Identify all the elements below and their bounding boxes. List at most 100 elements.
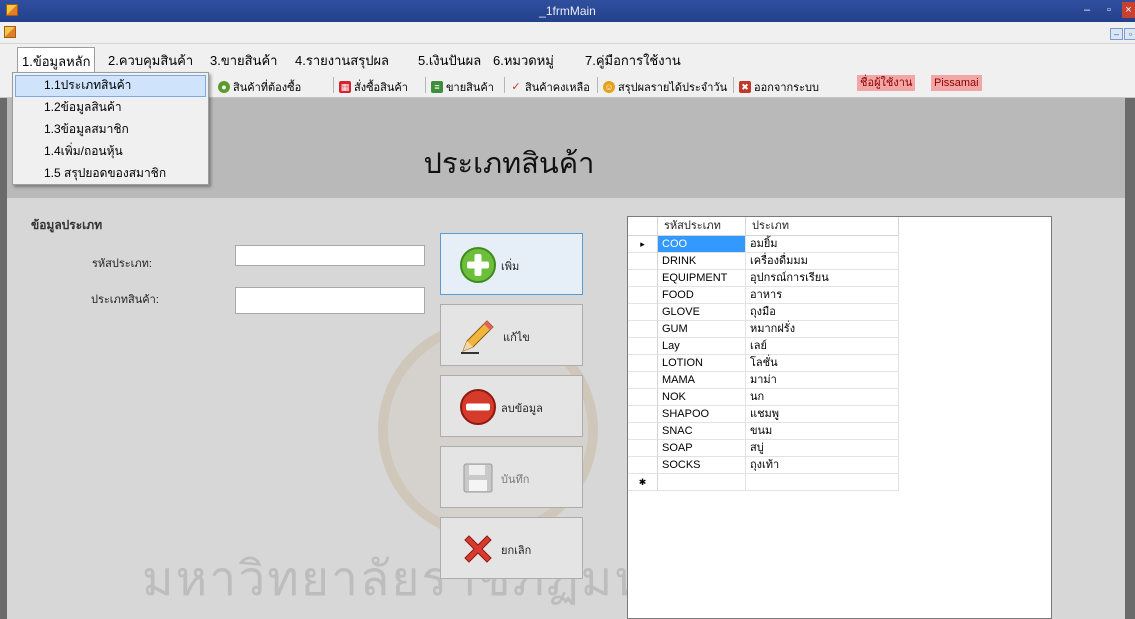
minimize-button[interactable]: –: [1078, 2, 1096, 18]
dropdown-item-member-data[interactable]: 1.3ข้อมูลสมาชิก: [15, 119, 206, 141]
grid-cell-code[interactable]: MAMA: [658, 372, 746, 389]
grid-cell-type[interactable]: ถุงมือ: [746, 304, 899, 321]
grid-row-header[interactable]: [628, 270, 658, 287]
cancel-button[interactable]: ยกเลิก: [440, 517, 583, 579]
menu-category[interactable]: 6.หมวดหมู่: [493, 50, 554, 71]
grid-cell-code[interactable]: SOCKS: [658, 457, 746, 474]
grid-row-header[interactable]: [628, 304, 658, 321]
grid-row-header[interactable]: [628, 355, 658, 372]
grid-row-header[interactable]: ▸: [628, 236, 658, 253]
grid-row-header[interactable]: [628, 287, 658, 304]
grid-cell-code[interactable]: NOK: [658, 389, 746, 406]
grid-cell-type[interactable]: อมยิ้ม: [746, 236, 899, 253]
toolbar-to-buy-label: สินค้าที่ต้องซื้อ: [233, 82, 302, 94]
delete-button[interactable]: ลบข้อมูล: [440, 375, 583, 437]
maximize-button[interactable]: ▫: [1100, 2, 1118, 18]
toolbar-logout[interactable]: ✖ ออกจากระบบ: [739, 78, 819, 96]
grid-cell-type[interactable]: ขนม: [746, 423, 899, 440]
dropdown-item-member-summary[interactable]: 1.5 สรุปยอดของสมาชิก: [15, 163, 206, 185]
toolbar-sell[interactable]: ≡ ขายสินค้า: [431, 78, 494, 96]
window-title: _1frmMain: [539, 4, 596, 18]
grid-row-header[interactable]: [628, 321, 658, 338]
menu-reports[interactable]: 4.รายงานสรุปผล: [295, 50, 389, 71]
grid-cell-code[interactable]: LOTION: [658, 355, 746, 372]
grid-new-row-header[interactable]: ✱: [628, 474, 658, 491]
toolbar-order[interactable]: ▦ สั่งซื้อสินค้า: [339, 78, 408, 96]
child-form-icon[interactable]: [4, 26, 16, 38]
people-icon: ☺: [603, 81, 615, 93]
edit-button[interactable]: แก้ไข: [440, 304, 583, 366]
grid-row-header[interactable]: [628, 372, 658, 389]
toolbar-stock[interactable]: ✓ สินค้าคงเหลือ: [510, 78, 590, 96]
toolbar-stock-label: สินค้าคงเหลือ: [525, 82, 590, 94]
add-icon: [460, 247, 496, 283]
grid-cell-type[interactable]: โลชั่น: [746, 355, 899, 372]
grid-cell-type[interactable]: เครื่องดื่มมม: [746, 253, 899, 270]
grid-cell-code[interactable]: GUM: [658, 321, 746, 338]
grid-cell-code[interactable]: EQUIPMENT: [658, 270, 746, 287]
grid-cell-type[interactable]: อาหาร: [746, 287, 899, 304]
toolbar-daily-summary[interactable]: ☺ สรุปผลรายได้ประจำวัน: [603, 78, 727, 96]
user-name: Pissamai: [931, 75, 982, 91]
add-button-label: เพิ่ม: [501, 261, 520, 273]
child-restore-button[interactable]: ▫: [1124, 28, 1135, 40]
toolbar-to-buy[interactable]: ● สินค้าที่ต้องซื้อ: [218, 78, 301, 96]
grid-cell-type[interactable]: แชมพู: [746, 406, 899, 423]
grid-cell-type[interactable]: นก: [746, 389, 899, 406]
edit-button-label: แก้ไข: [503, 332, 530, 344]
grid-cell-code[interactable]: DRINK: [658, 253, 746, 270]
grid-new-row-cell[interactable]: [658, 474, 746, 491]
grid-cell-code[interactable]: SNAC: [658, 423, 746, 440]
dropdown-item-product-data[interactable]: 1.2ข้อมูลสินค้า: [15, 97, 206, 119]
grid-cell-code[interactable]: FOOD: [658, 287, 746, 304]
grid-cell-type[interactable]: มาม่า: [746, 372, 899, 389]
calendar-icon: ▦: [339, 81, 351, 93]
grid-cell-type[interactable]: เลย์: [746, 338, 899, 355]
menu-sell[interactable]: 3.ขายสินค้า: [210, 50, 277, 71]
toolbar-order-label: สั่งซื้อสินค้า: [354, 82, 408, 94]
save-button-label: บันทึก: [501, 474, 530, 486]
toolbar-daily-summary-label: สรุปผลรายได้ประจำวัน: [618, 82, 728, 94]
grid-cell-type[interactable]: อุปกรณ์การเรียน: [746, 270, 899, 287]
code-input[interactable]: [235, 245, 425, 266]
menu-stock-control[interactable]: 2.ควบคุมสินค้า: [108, 50, 193, 71]
grid-cell-code[interactable]: SOAP: [658, 440, 746, 457]
child-minimize-button[interactable]: –: [1110, 28, 1123, 40]
add-button[interactable]: เพิ่ม: [440, 233, 583, 295]
master-data-dropdown: 1.1ประเภทสินค้า 1.2ข้อมูลสินค้า 1.3ข้อมู…: [12, 72, 209, 185]
grid-cell-code[interactable]: GLOVE: [658, 304, 746, 321]
grid-row-header[interactable]: [628, 406, 658, 423]
save-button[interactable]: บันทึก: [440, 446, 583, 508]
check-icon: ✓: [511, 81, 521, 93]
grid-header-code[interactable]: รหัสประเภท: [658, 217, 746, 236]
cart-icon: ≡: [431, 81, 443, 93]
user-caption: ชื่อผู้ใช้งาน: [857, 75, 916, 91]
close-button[interactable]: ×: [1122, 2, 1135, 18]
dropdown-item-shares[interactable]: 1.4เพิ่ม/ถอนหุ้น: [15, 141, 206, 163]
group-title: ข้อมูลประเภท: [31, 218, 103, 232]
grid-row-header[interactable]: [628, 440, 658, 457]
category-grid[interactable]: รหัสประเภท ประเภท ▸ COO อมยิ้ม DRINK เครื่อง…: [627, 216, 1052, 619]
code-label: รหัสประเภท:: [92, 258, 152, 270]
floppy-icon: [463, 463, 493, 493]
grid-row-header[interactable]: [628, 423, 658, 440]
grid-corner: [628, 217, 658, 236]
grid-cell-code[interactable]: COO: [658, 236, 746, 253]
grid-cell-code[interactable]: SHAPOO: [658, 406, 746, 423]
menu-manual[interactable]: 7.คู่มือการใช้งาน: [585, 50, 681, 71]
dropdown-item-product-type[interactable]: 1.1ประเภทสินค้า: [15, 75, 206, 97]
grid-row-header[interactable]: [628, 389, 658, 406]
grid-cell-type[interactable]: ถุงเท้า: [746, 457, 899, 474]
grid-cell-code[interactable]: Lay: [658, 338, 746, 355]
grid-row-header[interactable]: [628, 457, 658, 474]
grid-cell-type[interactable]: หมากฝรั่ง: [746, 321, 899, 338]
grid-cell-type[interactable]: สบู่: [746, 440, 899, 457]
type-input[interactable]: [235, 287, 425, 314]
grid-new-row-cell[interactable]: [746, 474, 899, 491]
toolbar-separator: [733, 77, 734, 93]
grid-row-header[interactable]: [628, 338, 658, 355]
toolbar-separator: [504, 77, 505, 93]
grid-header-type[interactable]: ประเภท: [746, 217, 899, 236]
grid-row-header[interactable]: [628, 253, 658, 270]
menu-dividend[interactable]: 5.เงินปันผล: [418, 50, 481, 71]
